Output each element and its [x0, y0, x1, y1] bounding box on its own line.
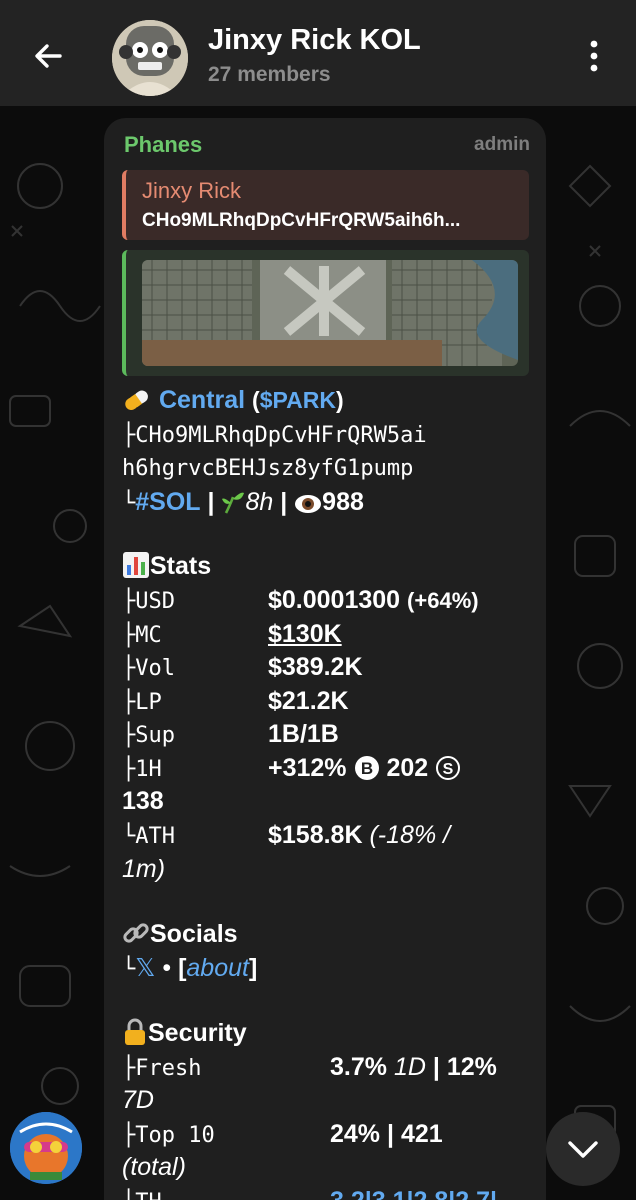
token-name-link[interactable]: Central — [159, 386, 245, 414]
chevron-down-icon — [568, 1141, 598, 1158]
stats-title: Stats — [150, 552, 212, 580]
scroll-down-button[interactable] — [546, 1112, 620, 1186]
security-row-th: ├TH 3.2|3.1|2.8|2.7| — [122, 1185, 497, 1200]
bullet: • — [162, 954, 172, 982]
security-label: ├TH — [122, 1190, 162, 1200]
svg-text:B: B — [360, 759, 372, 778]
stat-row-sup: ├Sup 1B/1B — [122, 718, 339, 752]
security-value: 24% | 421 — [330, 1120, 443, 1148]
stat-label: ├Sup — [122, 723, 175, 748]
chain-line: └#SOL | 8h | 988 — [122, 486, 364, 520]
stat-label: ├LP — [122, 690, 162, 715]
tree-corner: └ — [122, 491, 136, 516]
about-link[interactable]: about — [186, 954, 249, 982]
separator: | — [280, 488, 288, 516]
group-avatar[interactable] — [112, 20, 188, 96]
stat-value: $389.2K — [268, 653, 363, 681]
message-bubble[interactable]: Phanes admin Jinxy Rick CHo9MLRhqDpCvHFr… — [104, 118, 546, 1200]
view-count: 988 — [322, 488, 364, 516]
socials-heading: Socials — [122, 918, 238, 950]
svg-text:S: S — [443, 761, 454, 778]
stat-row-ath: └ATH $158.8K (-18% / — [122, 819, 450, 853]
sells-count: 138 — [122, 787, 164, 815]
x-link[interactable]: 𝕏 — [135, 954, 155, 982]
security-value: 3.7% 1D | 12% — [330, 1053, 497, 1081]
security-label: ├Fresh — [122, 1056, 202, 1081]
eye-icon — [295, 495, 322, 513]
back-arrow-icon[interactable] — [30, 38, 66, 74]
stat-value: +312% B 202 S — [268, 752, 461, 784]
stat-label: ├USD — [122, 589, 175, 614]
stat-value: $158.8K (-18% / — [268, 821, 451, 849]
reply-quote[interactable]: Jinxy Rick CHo9MLRhqDpCvHFrQRW5aih6h... — [122, 170, 529, 240]
security-heading: Security — [122, 1017, 247, 1049]
ath-wrap: 1m) — [122, 855, 166, 883]
link-icon — [123, 923, 149, 943]
token-ticker: ($PARK) — [252, 387, 344, 413]
address-part-1[interactable]: CHo9MLRhqDpCvHFrQRW5ai — [135, 423, 426, 448]
lock-icon — [125, 1018, 145, 1045]
stat-value: $0.0001300 (+64%) — [268, 586, 479, 614]
admin-badge: admin — [474, 134, 530, 155]
pill-icon — [125, 390, 148, 411]
security-label: ├Top 10 — [122, 1123, 215, 1148]
security-title: Security — [148, 1019, 247, 1047]
stat-value: 1B/1B — [268, 720, 339, 748]
chain-hashtag[interactable]: #SOL — [135, 488, 200, 516]
reply-text: CHo9MLRhqDpCvHFrQRW5aih6h... — [142, 210, 461, 231]
stats-heading: Stats — [122, 550, 211, 582]
more-vert-icon[interactable] — [580, 38, 608, 74]
stat-row-lp: ├LP $21.2K — [122, 685, 349, 719]
token-line: Central ($PARK) — [122, 384, 344, 416]
member-count: 27 members — [208, 63, 331, 86]
stat-label: ├Vol — [122, 656, 175, 681]
sells-circled-s-icon: S — [436, 756, 461, 780]
stat-row-vol: ├Vol $389.2K — [122, 651, 363, 685]
buys-circled-b-icon: B — [354, 756, 379, 780]
stat-value: $21.2K — [268, 687, 349, 715]
sprout-icon — [222, 492, 245, 514]
security-row-top10: ├Top 10 24% | 421 — [122, 1118, 443, 1152]
chat-title[interactable]: Jinxy Rick KOL — [208, 24, 421, 57]
chat-header: Jinxy Rick KOL 27 members — [0, 0, 636, 106]
socials-title: Socials — [150, 920, 238, 948]
mc-value-link[interactable]: $130K — [268, 618, 342, 650]
sender-name[interactable]: Phanes — [124, 132, 202, 158]
stat-label: ├MC — [122, 623, 162, 648]
fresh-wrap: 7D — [122, 1086, 154, 1114]
token-age: 8h — [245, 488, 274, 516]
stat-row-1h: ├1H +312% B 202 S — [122, 752, 461, 786]
preview-image[interactable] — [142, 260, 518, 366]
address-line-2[interactable]: h6hgrvcBEHJsz8yfG1pump — [122, 453, 413, 485]
bar-chart-icon — [123, 552, 149, 578]
stat-label: ├1H — [122, 757, 162, 782]
stat-row-usd: ├USD $0.0001300 (+64%) — [122, 584, 479, 618]
address-line-1[interactable]: ├CHo9MLRhqDpCvHFrQRW5ai — [122, 420, 427, 452]
tree-corner: └ — [122, 957, 136, 982]
stat-row-mc: ├MC $130K — [122, 618, 342, 652]
th-values[interactable]: 3.2|3.1|2.8|2.7| — [330, 1185, 497, 1200]
ticker-link[interactable]: $PARK — [260, 387, 336, 413]
security-row-fresh: ├Fresh 3.7% 1D | 12% — [122, 1051, 497, 1085]
bracket: ] — [248, 954, 258, 982]
sender-avatar[interactable] — [10, 1112, 82, 1184]
link-preview[interactable] — [122, 250, 529, 376]
reply-author: Jinxy Rick — [142, 178, 242, 203]
separator: | — [207, 488, 215, 516]
top10-wrap: (total) — [122, 1153, 186, 1181]
stat-label: └ATH — [122, 824, 175, 849]
socials-row: └𝕏 • [about] — [122, 952, 257, 986]
